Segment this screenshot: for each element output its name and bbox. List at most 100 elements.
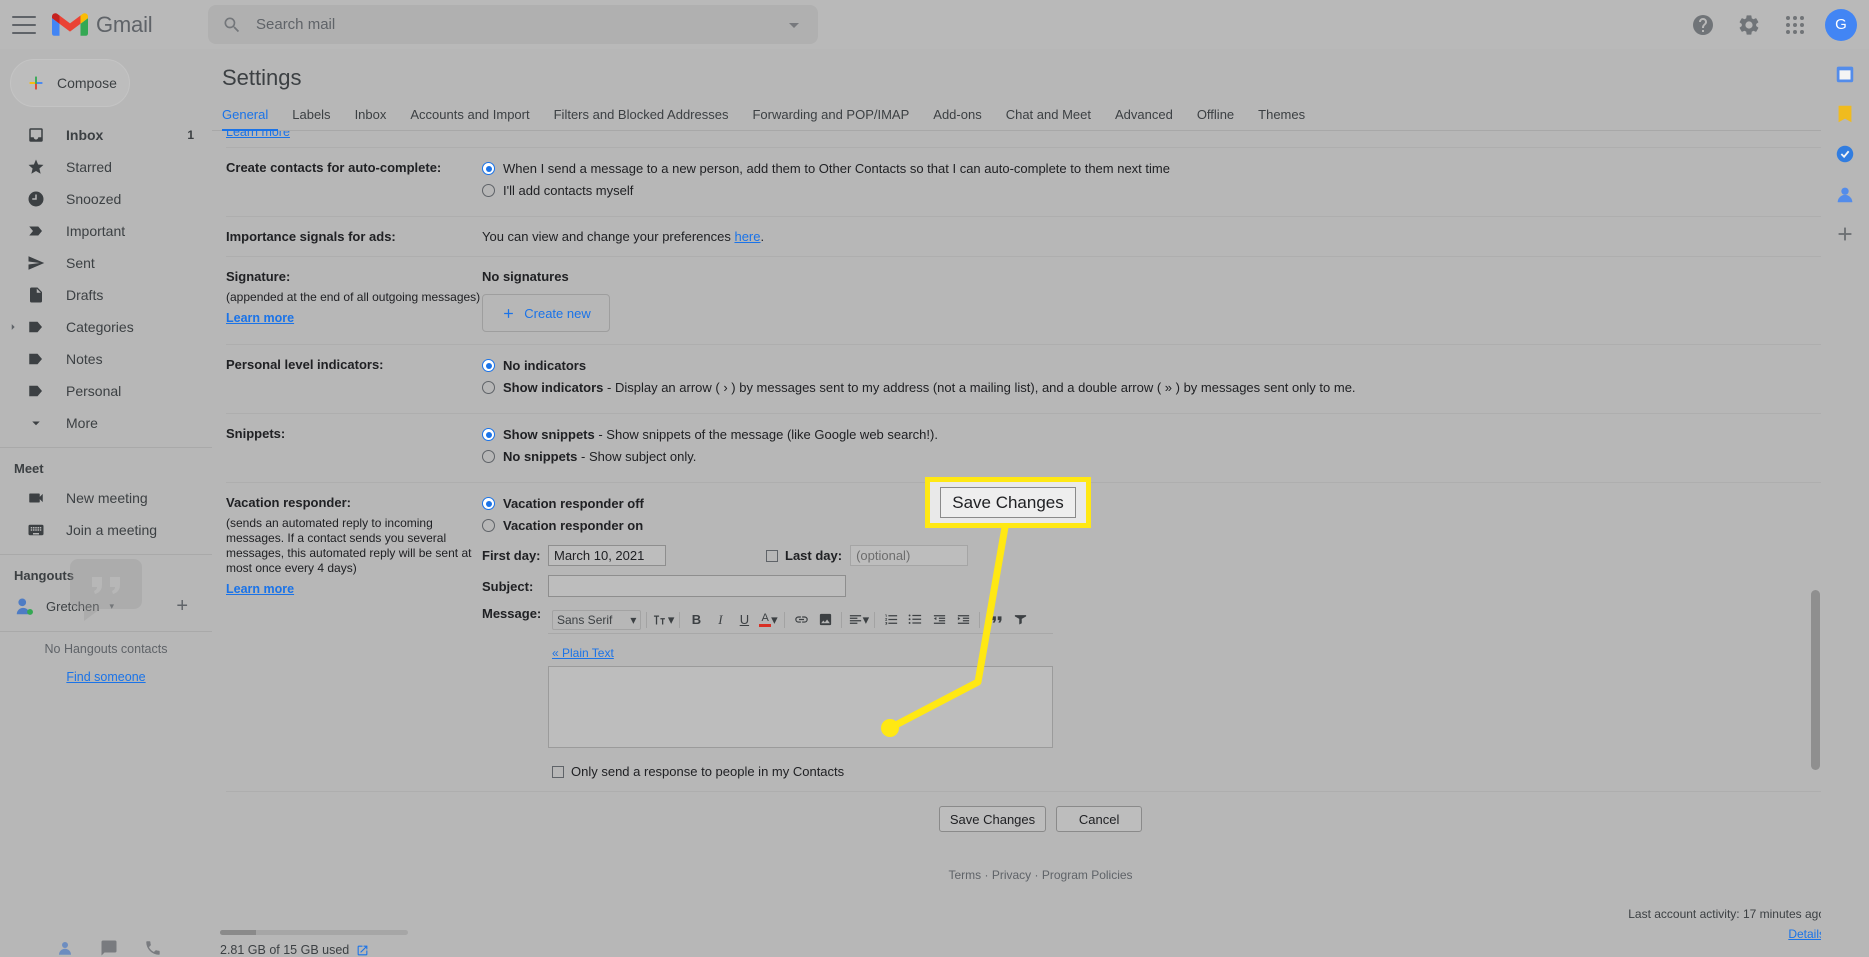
- privacy-link[interactable]: Privacy: [992, 868, 1031, 882]
- radio-option-vacation-off[interactable]: Vacation responder off: [482, 495, 1869, 513]
- radio-option-vacation-on[interactable]: Vacation responder on: [482, 517, 1869, 535]
- remove-formatting-icon[interactable]: [1009, 609, 1031, 631]
- subject-input[interactable]: [548, 575, 846, 597]
- sidebar-item-inbox[interactable]: Inbox 1: [0, 119, 212, 151]
- radio-option-add-other-contacts[interactable]: When I send a message to a new person, a…: [482, 160, 1869, 178]
- radio-option-show-snippets[interactable]: Show snippets - Show snippets of the mes…: [482, 426, 1869, 444]
- sidebar-item-new-meeting[interactable]: New meeting: [0, 482, 212, 514]
- search-options-chevron-down-icon[interactable]: [782, 13, 806, 37]
- align-left-icon[interactable]: ▾: [847, 609, 869, 631]
- sidebar-item-categories[interactable]: Categories: [0, 311, 212, 343]
- hamburger-icon[interactable]: [12, 15, 36, 34]
- sidebar-item-label: Join a meeting: [66, 522, 158, 538]
- tasks-icon[interactable]: [1834, 143, 1856, 165]
- link-icon[interactable]: [790, 609, 812, 631]
- last-day-checkbox[interactable]: [766, 549, 778, 562]
- help-icon[interactable]: [1683, 5, 1723, 45]
- chevron-right-icon[interactable]: [8, 322, 18, 332]
- vacation-fields: First day: March 10, 2021 Last day: (opt…: [482, 545, 1869, 779]
- message-body-textarea[interactable]: [548, 666, 1053, 748]
- radio-option-add-contacts-myself[interactable]: I'll add contacts myself: [482, 182, 1869, 200]
- sidebar-item-more[interactable]: More: [0, 407, 212, 439]
- external-link-icon[interactable]: [356, 944, 369, 957]
- clock-icon: [26, 189, 46, 209]
- chat-icon[interactable]: [100, 939, 118, 957]
- vacation-learn-more-link[interactable]: Learn more: [226, 582, 294, 596]
- font-family-select[interactable]: Sans Serif ▾: [552, 609, 642, 630]
- sidebar-item-label: Sent: [66, 255, 95, 271]
- tab-themes[interactable]: Themes: [1246, 107, 1317, 130]
- plain-text-link[interactable]: « Plain Text: [552, 646, 614, 660]
- block-quote-icon[interactable]: [985, 609, 1007, 631]
- radio-option-show-indicators[interactable]: Show indicators - Display an arrow ( › )…: [482, 379, 1869, 397]
- sidebar-item-sent[interactable]: Sent: [0, 247, 212, 279]
- tab-inbox[interactable]: Inbox: [343, 107, 399, 130]
- only-contacts-row[interactable]: Only send a response to people in my Con…: [552, 764, 1053, 779]
- contacts-icon[interactable]: [1834, 183, 1856, 205]
- radio-button[interactable]: [482, 519, 495, 532]
- sidebar-item-notes[interactable]: Notes: [0, 343, 212, 375]
- radio-button[interactable]: [482, 381, 495, 394]
- radio-button[interactable]: [482, 450, 495, 463]
- learn-more-link-top[interactable]: Learn more: [226, 131, 290, 139]
- vertical-scrollbar[interactable]: [1811, 590, 1820, 770]
- radio-button[interactable]: [482, 359, 495, 372]
- add-apps-icon[interactable]: [1834, 223, 1856, 245]
- sidebar-item-snoozed[interactable]: Snoozed: [0, 183, 212, 215]
- importance-text: You can view and change your preferences: [482, 229, 735, 244]
- gmail-logo[interactable]: Gmail: [52, 11, 202, 38]
- tab-advanced[interactable]: Advanced: [1103, 107, 1185, 130]
- text-color-button[interactable]: A ▾: [757, 609, 779, 631]
- sidebar-item-personal[interactable]: Personal: [0, 375, 212, 407]
- first-day-input[interactable]: March 10, 2021: [548, 545, 666, 566]
- sidebar-item-important[interactable]: Important: [0, 215, 212, 247]
- details-link[interactable]: Details: [1788, 927, 1825, 941]
- underline-button[interactable]: U: [733, 609, 755, 631]
- radio-button[interactable]: [482, 497, 495, 510]
- bold-button[interactable]: B: [685, 609, 707, 631]
- radio-button[interactable]: [482, 184, 495, 197]
- terms-link[interactable]: Terms: [948, 868, 981, 882]
- italic-button[interactable]: I: [709, 609, 731, 631]
- text-size-icon[interactable]: ▾: [652, 609, 674, 631]
- image-icon[interactable]: [814, 609, 836, 631]
- radio-option-no-indicators[interactable]: No indicators: [482, 357, 1869, 375]
- only-contacts-checkbox[interactable]: [552, 765, 564, 778]
- find-someone-link[interactable]: Find someone: [0, 670, 212, 684]
- tab-chat-and-meet[interactable]: Chat and Meet: [994, 107, 1103, 130]
- signature-learn-more-link[interactable]: Learn more: [226, 311, 294, 325]
- radio-button[interactable]: [482, 162, 495, 175]
- indent-more-icon[interactable]: [952, 609, 974, 631]
- numbered-list-icon[interactable]: [880, 609, 902, 631]
- phone-icon[interactable]: [144, 939, 162, 957]
- sidebar-item-join-meeting[interactable]: Join a meeting: [0, 514, 212, 546]
- last-day-input[interactable]: (optional): [850, 545, 969, 566]
- compose-button[interactable]: Compose: [10, 59, 130, 107]
- tab-general[interactable]: General: [222, 107, 280, 130]
- tab-labels[interactable]: Labels: [280, 107, 342, 130]
- sidebar-item-drafts[interactable]: Drafts: [0, 279, 212, 311]
- tab-offline[interactable]: Offline: [1185, 107, 1246, 130]
- tab-filters-and-blocked-addresses[interactable]: Filters and Blocked Addresses: [542, 107, 741, 130]
- gear-icon[interactable]: [1729, 5, 1769, 45]
- tab-accounts-and-import[interactable]: Accounts and Import: [398, 107, 541, 130]
- program-policies-link[interactable]: Program Policies: [1042, 868, 1133, 882]
- radio-option-no-snippets[interactable]: No snippets - Show subject only.: [482, 448, 1869, 466]
- tab-add-ons[interactable]: Add-ons: [921, 107, 993, 130]
- sidebar-item-starred[interactable]: Starred: [0, 151, 212, 183]
- person-icon[interactable]: [56, 939, 74, 957]
- cancel-button[interactable]: Cancel: [1056, 806, 1143, 832]
- calendar-icon[interactable]: [1834, 63, 1856, 85]
- save-changes-button[interactable]: Save Changes: [938, 806, 1047, 832]
- search-bar[interactable]: [208, 5, 818, 44]
- bulleted-list-icon[interactable]: [904, 609, 926, 631]
- radio-button[interactable]: [482, 428, 495, 441]
- indent-less-icon[interactable]: [928, 609, 950, 631]
- avatar[interactable]: G: [1825, 8, 1857, 41]
- apps-grid-icon[interactable]: [1775, 5, 1815, 45]
- create-new-signature-button[interactable]: Create new: [482, 294, 610, 332]
- keep-notes-icon[interactable]: [1834, 103, 1856, 125]
- tab-forwarding-and-pop-imap[interactable]: Forwarding and POP/IMAP: [740, 107, 921, 130]
- search-input[interactable]: [256, 16, 782, 33]
- ad-preferences-link[interactable]: here: [734, 229, 760, 244]
